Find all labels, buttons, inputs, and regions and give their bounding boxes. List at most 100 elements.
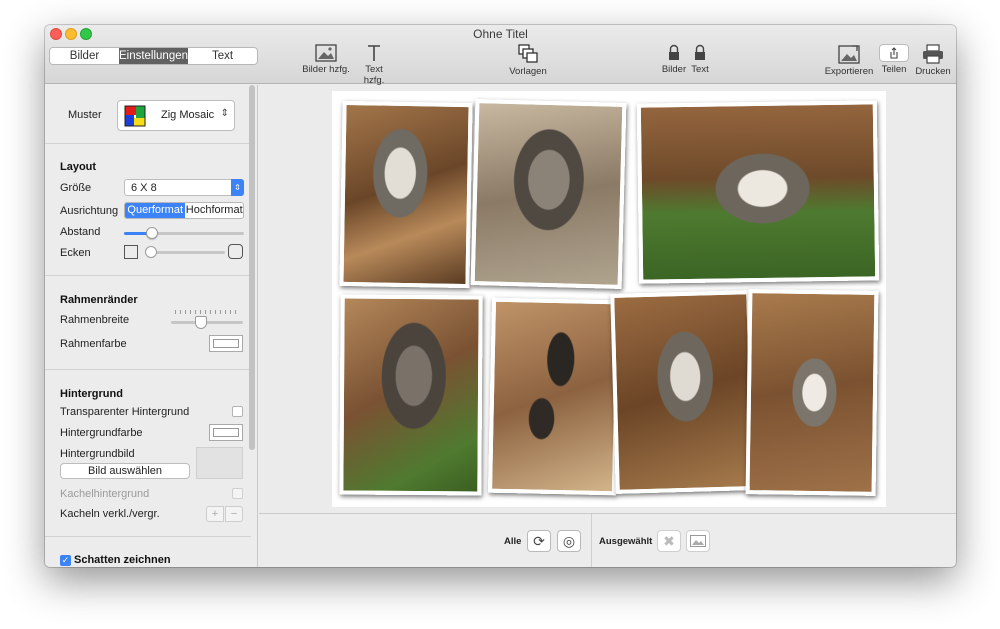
tab-bilder[interactable]: Bilder <box>50 48 119 64</box>
collage-canvas[interactable] <box>332 91 886 507</box>
divider <box>591 514 592 567</box>
spacing-slider[interactable] <box>124 226 244 240</box>
spacing-label: Abstand <box>60 226 101 238</box>
updown-chevron-icon: ⇕ <box>220 108 229 119</box>
lock-images-button[interactable]: Bilder <box>661 44 687 75</box>
landscape-option[interactable]: Querformat <box>125 203 186 218</box>
bg-image-well[interactable] <box>196 447 243 479</box>
rounded-corner-icon <box>228 244 243 259</box>
share-button[interactable]: Teilen <box>879 44 909 75</box>
target-rotate-icon: ◎ <box>562 533 576 549</box>
shuffle-text-button[interactable]: Text hzfg. <box>354 44 394 86</box>
pattern-value: Zig Mosaic <box>161 109 215 121</box>
transparent-bg-label: Transparenter Hintergrund <box>60 406 190 418</box>
remove-selected-button[interactable]: ✖ <box>657 530 681 552</box>
border-width-label: Rahmenbreite <box>60 314 130 326</box>
portrait-option[interactable]: Hochformat <box>185 203 243 218</box>
corners-slider[interactable] <box>145 245 225 259</box>
templates-label: Vorlagen <box>509 66 547 77</box>
collage-photo[interactable] <box>636 100 880 284</box>
slider-ticks <box>175 310 239 314</box>
shuffle-images-button[interactable]: Bilder hzfg. <box>301 44 351 75</box>
layout-heading: Layout <box>60 161 97 173</box>
choose-image-button[interactable]: Bild auswählen <box>60 463 190 479</box>
border-color-label: Rahmenfarbe <box>60 338 127 350</box>
rotate-icon: ⟳ <box>533 533 545 549</box>
spacing-slider-knob[interactable] <box>145 227 158 239</box>
app-window: Ohne Titel Bilder Einstellungen Text Bil… <box>45 25 956 567</box>
all-label: Alle <box>504 536 522 547</box>
templates-icon <box>518 44 538 63</box>
collage-photo[interactable] <box>487 297 621 496</box>
border-color-well[interactable] <box>209 335 243 352</box>
collage-photo[interactable] <box>745 289 879 496</box>
export-button[interactable]: Exportieren <box>824 44 874 77</box>
image-icon <box>690 535 706 547</box>
shadow-checkbox[interactable]: ✓ <box>60 555 71 566</box>
divider <box>45 143 251 144</box>
tab-einstellungen[interactable]: Einstellungen <box>118 48 189 64</box>
divider <box>45 275 251 276</box>
settings-sidebar: Muster Zig Mosaic ⇕ Layout Größe 6 X 8 ⇕… <box>45 85 258 567</box>
collage-photo[interactable] <box>610 290 756 494</box>
border-width-slider-knob[interactable] <box>195 316 207 329</box>
lock-images-label: Bilder <box>661 64 687 75</box>
background-heading: Hintergrund <box>60 388 123 400</box>
borders-heading: Rahmenränder <box>60 294 138 306</box>
text-icon <box>368 45 380 61</box>
transparent-bg-checkbox[interactable] <box>232 406 243 417</box>
lock-text-label: Text <box>691 64 709 75</box>
collage-photo[interactable] <box>339 100 473 289</box>
share-label: Teilen <box>881 64 907 75</box>
tile-shrink-button[interactable]: − <box>225 506 243 522</box>
panel-segmented-control: Bilder Einstellungen Text <box>49 47 258 65</box>
square-corner-icon <box>124 245 138 259</box>
orientation-segmented: Querformat Hochformat <box>124 202 244 219</box>
bg-color-label: Hintergrundfarbe <box>60 427 143 439</box>
collage-photo[interactable] <box>339 294 483 496</box>
lock-icon <box>695 44 705 60</box>
pattern-label: Muster <box>68 109 102 121</box>
border-width-slider[interactable] <box>171 309 243 329</box>
shadow-label: Schatten zeichnen <box>74 554 171 566</box>
templates-button[interactable]: Vorlagen <box>508 44 548 77</box>
selected-label: Ausgewählt <box>599 536 653 547</box>
shuffle-text-label: Text hzfg. <box>363 64 385 86</box>
size-value: 6 X 8 <box>131 182 157 194</box>
size-select[interactable]: 6 X 8 ⇕ <box>124 179 244 196</box>
tab-text[interactable]: Text <box>188 48 257 64</box>
main-canvas-area <box>259 85 956 513</box>
orientation-label: Ausrichtung <box>60 205 119 217</box>
replace-image-button[interactable] <box>686 530 710 552</box>
size-label: Größe <box>60 182 92 194</box>
corners-slider-knob[interactable] <box>145 246 157 258</box>
sidebar-scrollbar[interactable] <box>249 85 255 450</box>
lock-icon <box>669 44 679 60</box>
shuffle-images-label: Bilder hzfg. <box>302 64 350 75</box>
mosaic-pattern-icon <box>124 105 146 127</box>
bg-color-well[interactable] <box>209 424 243 441</box>
print-label: Drucken <box>915 66 951 77</box>
reset-all-button[interactable]: ◎ <box>557 530 581 552</box>
bg-image-label: Hintergrundbild <box>60 448 135 460</box>
collage-photo[interactable] <box>470 99 627 289</box>
tile-enlarge-button[interactable]: + <box>206 506 224 522</box>
pattern-select[interactable]: Zig Mosaic ⇕ <box>117 100 235 131</box>
window-title: Ohne Titel <box>473 27 528 41</box>
tile-bg-checkbox[interactable] <box>232 488 243 499</box>
close-icon: ✖ <box>663 533 675 549</box>
export-image-icon <box>838 45 860 64</box>
tile-bg-label: Kachelhintergrund <box>60 488 150 500</box>
divider <box>45 369 251 370</box>
divider <box>45 536 251 537</box>
share-icon <box>890 47 898 59</box>
print-button[interactable]: Drucken <box>914 44 952 77</box>
rotate-all-button[interactable]: ⟳ <box>527 530 551 552</box>
corners-label: Ecken <box>60 247 91 259</box>
lock-text-button[interactable]: Text <box>689 44 711 75</box>
updown-chevron-icon: ⇕ <box>231 179 244 196</box>
export-label: Exportieren <box>824 66 874 77</box>
bottom-bar: Alle ⟳ ◎ Ausgewählt ✖ <box>259 513 956 567</box>
printer-icon <box>923 44 943 64</box>
toolbar: Ohne Titel Bilder Einstellungen Text Bil… <box>45 25 956 86</box>
